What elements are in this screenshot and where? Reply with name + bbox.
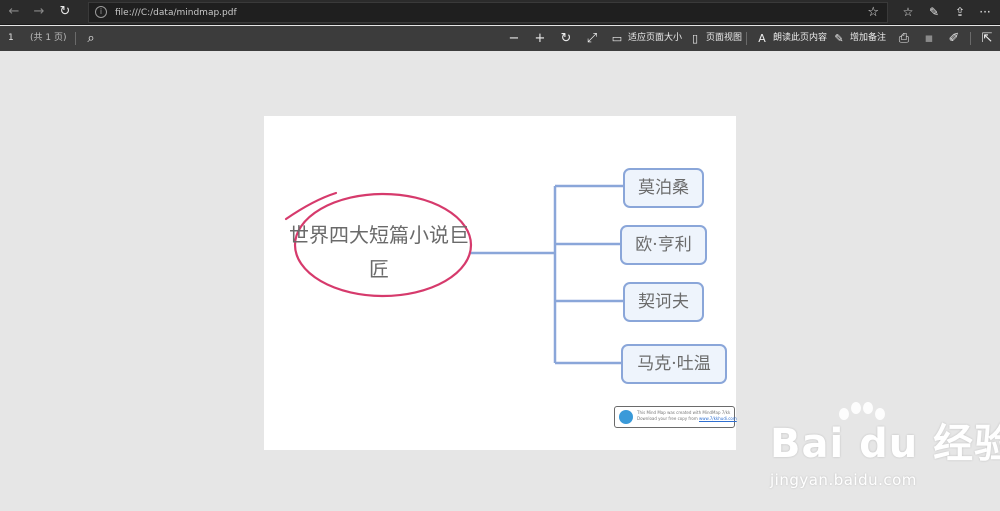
read-aloud-button[interactable]: A 朗读此页内容	[755, 30, 827, 47]
page-total-label: (共 1 页)	[30, 33, 67, 43]
zoom-out-icon[interactable]: −	[506, 30, 522, 47]
branch-node[interactable]: 契诃夫	[623, 282, 704, 322]
branch-node[interactable]: 莫泊桑	[623, 168, 704, 208]
toolbar-divider	[970, 32, 971, 45]
url-field[interactable]: i file:///C:/data/mindmap.pdf ☆	[88, 2, 888, 23]
toolbar-divider	[75, 32, 76, 45]
back-arrow-icon[interactable]: ←	[4, 3, 24, 21]
watermark-url: jingyan.baidu.com	[770, 471, 917, 489]
add-note-label: 增加备注	[850, 33, 887, 43]
address-bar: ← → ↻ i file:///C:/data/mindmap.pdf ☆ ☆ …	[0, 0, 1000, 25]
save-icon[interactable]: ▪	[921, 30, 937, 47]
url-text[interactable]: file:///C:/data/mindmap.pdf	[115, 6, 237, 20]
watermark-logo-text: Bai du 经验	[770, 421, 1000, 467]
central-topic[interactable]: 世界四大短篇小说巨匠	[282, 218, 476, 286]
pdf-toolbar: 1 (共 1 页) ⌕ − + ↻ ⤢ ▭ 适应页面大小 ▯ 页面视图 A 朗读此页内…	[0, 26, 1000, 51]
zoom-in-icon[interactable]: +	[532, 30, 548, 47]
read-aloud-label: 朗读此页内容	[773, 33, 828, 43]
fit-page-button[interactable]: ▭ 适应页面大小	[610, 30, 682, 47]
branch-node[interactable]: 欧·亨利	[620, 225, 707, 265]
search-icon[interactable]: ⌕	[83, 30, 99, 47]
mindmap-credit-badge: This Mind Map was created with MindMap 7…	[614, 406, 737, 428]
rotate-icon[interactable]: ↻	[558, 30, 574, 47]
mindmap-logo-icon	[619, 410, 633, 424]
save-as-icon[interactable]: ✐	[946, 30, 962, 47]
forward-arrow-icon[interactable]: →	[29, 3, 49, 21]
share-icon[interactable]: ⇪	[950, 3, 970, 21]
toolbar-divider	[746, 32, 747, 45]
fullscreen-icon[interactable]: ⤢	[584, 30, 600, 47]
add-note-icon: ✎	[834, 32, 844, 45]
branch-node[interactable]: 马克·吐温	[621, 344, 727, 384]
fit-page-label: 适应页面大小	[628, 33, 683, 43]
fit-page-icon: ▭	[611, 32, 623, 45]
pin-toolbar-icon[interactable]: ⇱	[979, 30, 995, 47]
read-aloud-icon: A	[758, 32, 766, 45]
print-icon[interactable]: ⎙	[896, 30, 912, 47]
favorite-star-icon[interactable]: ☆	[867, 4, 879, 22]
refresh-icon[interactable]: ↻	[55, 3, 75, 21]
baidu-jingyan-watermark: Bai du 经验 jingyan.baidu.com	[750, 402, 1000, 502]
page-number-input[interactable]: 1	[8, 31, 14, 45]
page-view-icon: ▯	[691, 32, 699, 45]
credit-link[interactable]: www.7/kkhudi.com	[699, 416, 737, 421]
page-view-button[interactable]: ▯ 页面视图	[688, 30, 742, 47]
pen-notes-icon[interactable]: ✎	[924, 3, 944, 21]
pdf-page: 世界四大短篇小说巨匠 莫泊桑 欧·亨利 契诃夫 马克·吐温 This Mind …	[264, 116, 737, 450]
favorites-list-icon[interactable]: ☆	[898, 3, 918, 21]
credit-text: This Mind Map was created with MindMap 7…	[637, 410, 737, 422]
info-icon[interactable]: i	[95, 6, 107, 18]
page-view-label: 页面视图	[706, 33, 743, 43]
credit-line-2: Download your free copy from	[637, 416, 698, 421]
add-note-button[interactable]: ✎ 增加备注	[832, 30, 886, 47]
more-menu-icon[interactable]: ···	[975, 3, 995, 21]
